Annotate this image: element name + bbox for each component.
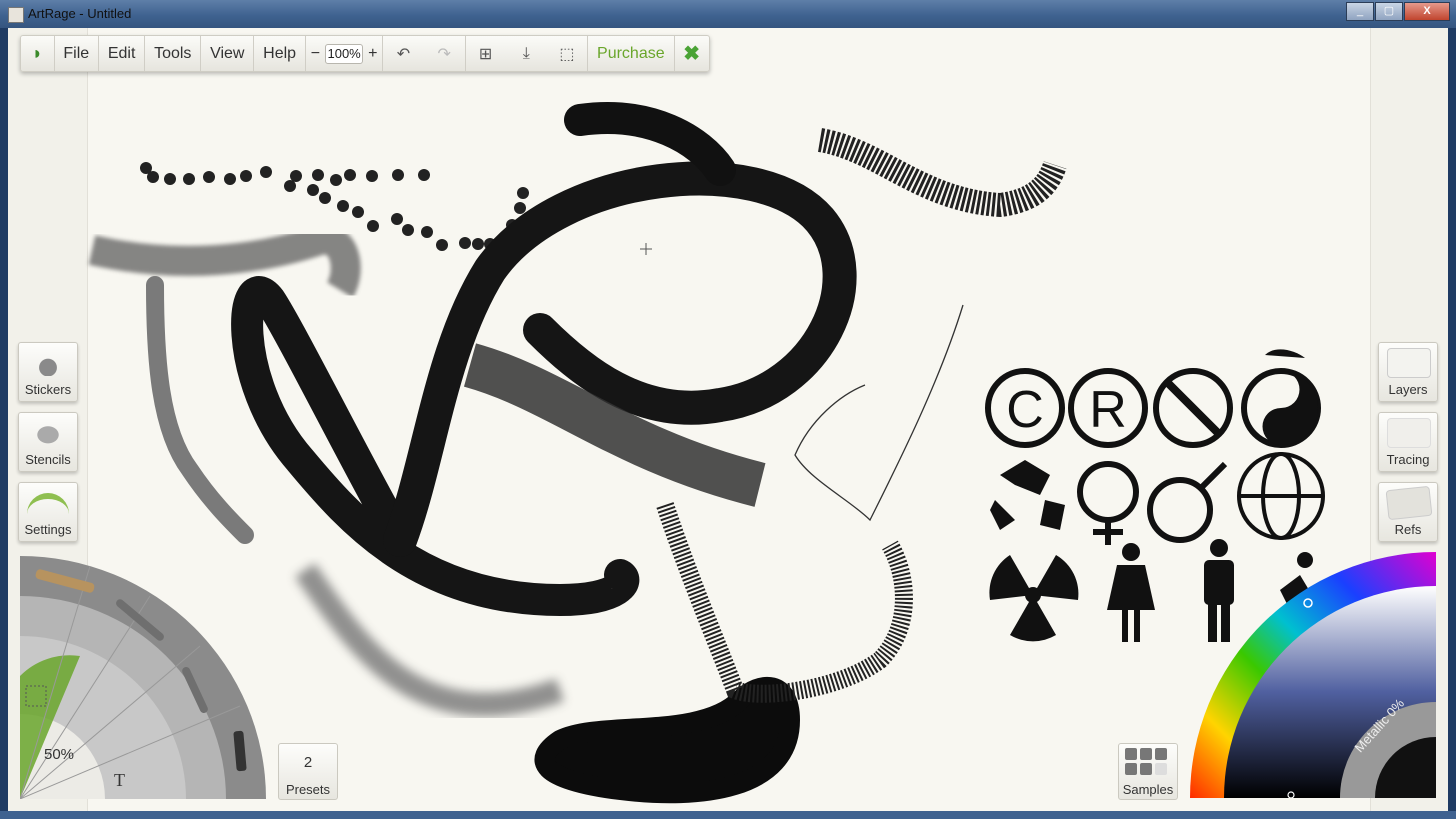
tracing-label: Tracing [1386, 452, 1430, 467]
settings-icon [27, 493, 69, 515]
svg-text:C: C [1006, 381, 1044, 439]
refs-button[interactable]: Refs [1378, 482, 1438, 542]
tracing-button[interactable]: Tracing [1378, 412, 1438, 472]
settings-label: Settings [24, 522, 72, 537]
color-picker-wheel[interactable] [1190, 552, 1436, 798]
tracing-icon [1387, 418, 1431, 448]
menu-view[interactable]: View [201, 36, 253, 71]
menu-help[interactable]: Help [254, 36, 305, 71]
zoom-out-button[interactable]: − [306, 36, 325, 71]
presets-button[interactable]: 2 Presets [278, 743, 338, 800]
text-tool-icon[interactable]: T [114, 770, 125, 791]
svg-text:R: R [1089, 381, 1127, 439]
stickers-button[interactable]: Stickers [18, 342, 78, 402]
stencils-button[interactable]: Stencils [18, 412, 78, 472]
stickers-label: Stickers [24, 382, 72, 397]
artrage-menu-icon[interactable]: ◗ [21, 36, 54, 71]
main-toolbar: ◗ File Edit Tools View Help − 100% + ↶ ↷… [20, 35, 710, 72]
zoom-in-button[interactable]: + [363, 36, 382, 71]
undo-icon[interactable]: ↶ [383, 36, 424, 71]
presets-label: Presets [285, 782, 331, 797]
samples-label: Samples [1122, 782, 1174, 797]
redo-icon[interactable]: ↷ [424, 36, 465, 71]
layers-icon [1387, 348, 1431, 378]
stencils-label: Stencils [25, 452, 71, 467]
stencils-icon [27, 418, 69, 446]
layers-button[interactable]: Layers [1378, 342, 1438, 402]
zoom-level-field[interactable]: 100% [325, 43, 364, 64]
presets-count: 2 [303, 754, 313, 771]
refs-label: Refs [1394, 522, 1422, 537]
layers-label: Layers [1388, 382, 1428, 397]
samples-icon [1125, 748, 1167, 775]
stickers-icon [27, 348, 69, 376]
menu-edit[interactable]: Edit [99, 36, 145, 71]
close-icon[interactable]: ✖ [674, 36, 709, 71]
canvas-settings-icon[interactable]: ⊞ [465, 36, 506, 71]
settings-button[interactable]: Settings [18, 482, 78, 542]
pin-icon [1385, 485, 1433, 521]
purchase-button[interactable]: Purchase [588, 36, 674, 71]
share-icon[interactable]: ⬚ [547, 36, 588, 71]
menu-tools[interactable]: Tools [145, 36, 200, 71]
tool-size-value[interactable]: 50% [44, 746, 74, 763]
export-icon[interactable]: ⤓ [506, 36, 547, 71]
menu-file[interactable]: File [54, 36, 98, 71]
samples-button[interactable]: Samples [1118, 743, 1178, 800]
